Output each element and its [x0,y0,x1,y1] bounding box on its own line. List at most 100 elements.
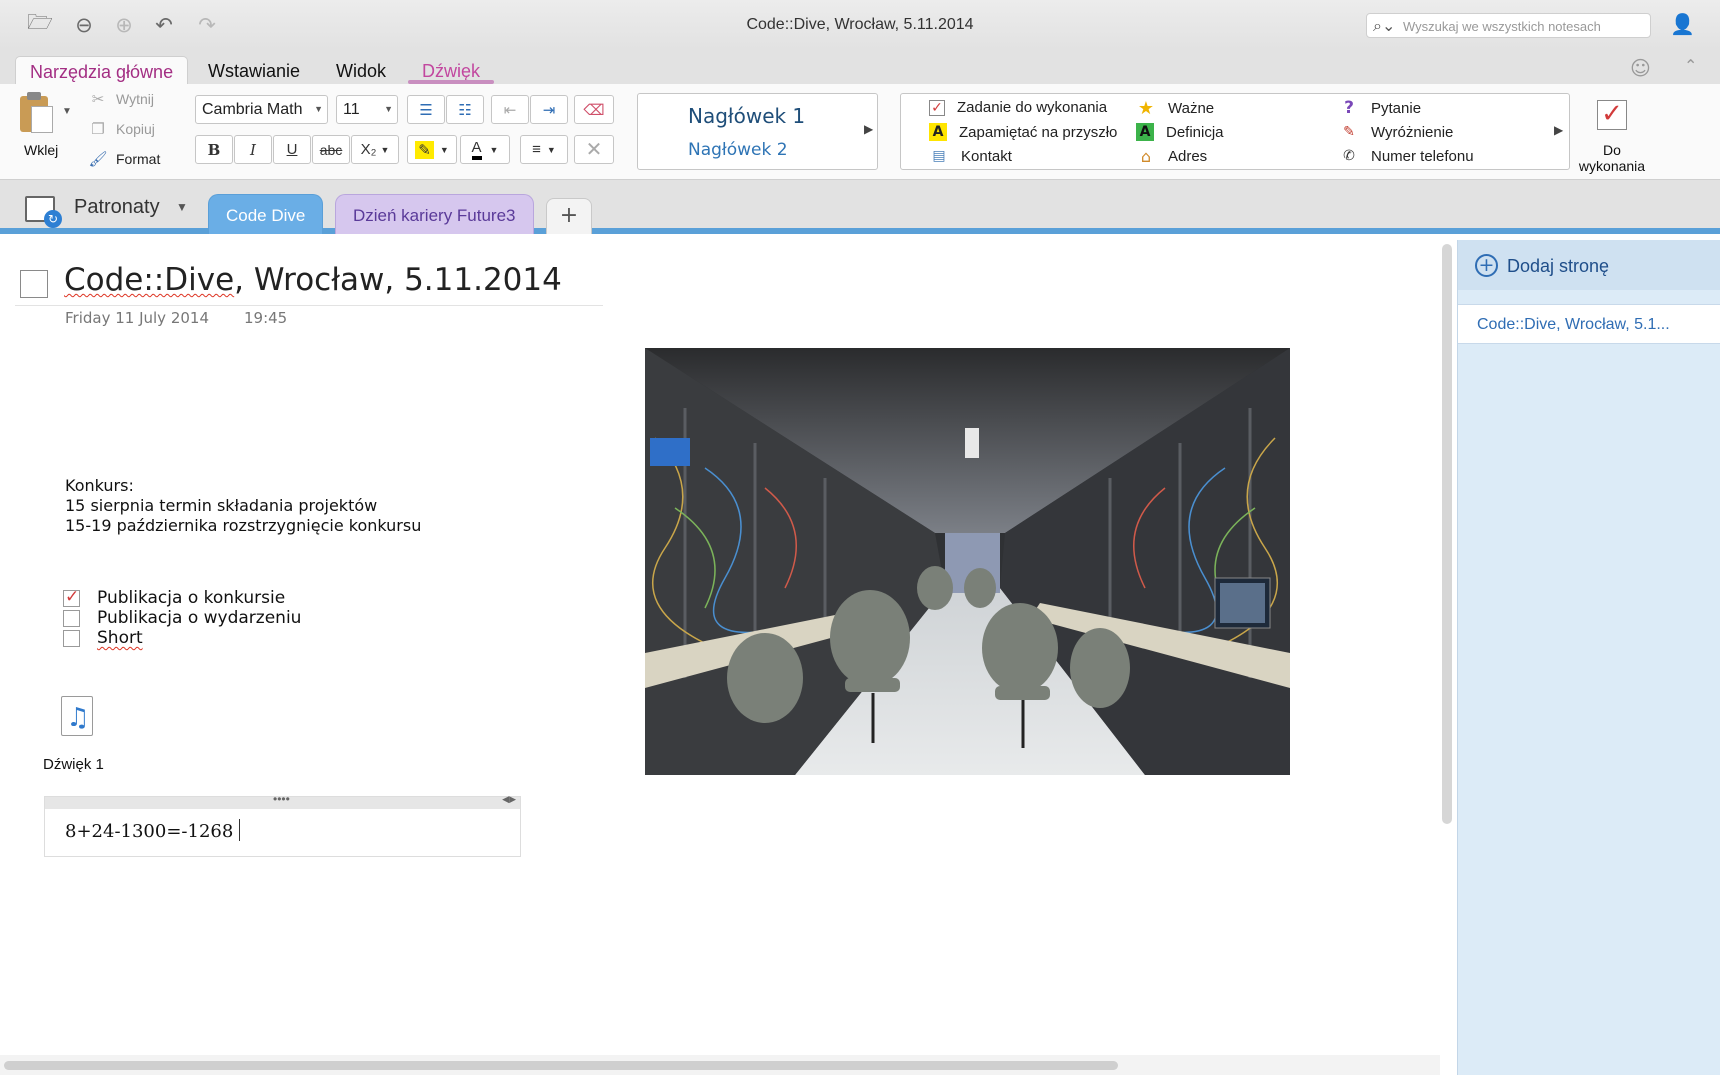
tab-audio[interactable]: Dźwięk [408,56,495,84]
scissors-icon: ✂ [91,90,105,108]
todo-tag-label-line2: wykonania [1578,158,1646,174]
equation-value: 8+24-1300=-1268 [65,821,234,842]
paste-dropdown-icon[interactable]: ▼ [62,106,72,117]
page-title[interactable]: Code::Dive, Wrocław, 5.11.2014 [64,262,562,298]
styles-gallery: Nagłówek 1 Nagłówek 2 ▶ [637,93,878,170]
add-page-button[interactable]: + Dodaj stronę [1458,240,1720,290]
brush-icon: 🖌 [88,150,108,168]
tag-address[interactable]: ⌂ Adres [1136,146,1208,166]
underline-button[interactable]: U [273,135,311,164]
tag-question[interactable]: ? Pytanie [1339,98,1422,118]
tab-home[interactable]: Narzędzia główne [15,56,189,84]
note-line[interactable]: Konkurs: [65,476,134,496]
todo-tag-button[interactable]: Do wykonania [1570,142,1654,174]
highlight-button[interactable]: ✎ ▼ [407,135,457,164]
question-icon: ? [1344,98,1354,118]
tag-highlight-label: Wyróżnienie [1371,123,1454,141]
tag-contact[interactable]: ▤ Kontakt [929,147,1012,165]
font-family-select[interactable]: Cambria Math ▼ [195,95,328,124]
font-family-value: Cambria Math [202,101,303,118]
style-heading-2[interactable]: Nagłówek 2 [688,140,788,160]
add-section-button[interactable]: + [546,198,592,234]
tag-remember[interactable]: A Zapamiętać na przyszło [929,123,1117,141]
checklist-item[interactable]: Short [97,628,143,648]
house-icon: ⌂ [1140,146,1152,166]
share-user-icon[interactable]: 👤 [1670,12,1695,36]
tag-definition[interactable]: A Definicja [1136,123,1224,141]
tag-highlight[interactable]: ✎ Wyróżnienie [1339,123,1453,141]
strikethrough-button[interactable]: abc [312,135,350,164]
todo-tag-icon[interactable]: ✓ [1597,100,1627,130]
tab-view[interactable]: Widok [322,56,400,84]
search-input[interactable]: ⌕⌄ Wyszukaj we wszystkich notesach [1366,13,1651,38]
font-size-value: 11 [343,101,360,118]
cut-button[interactable]: ✂ Wytnij [88,90,154,108]
chevron-down-icon: ▼ [314,104,323,114]
tag-definition-label: Definicja [1166,123,1224,141]
audio-label[interactable]: Dźwięk 1 [43,756,104,773]
resize-arrows-icon[interactable]: ◀▶ [502,794,516,805]
tab-insert[interactable]: Wstawianie [194,56,314,84]
indent-icon: ⇥ [542,101,556,119]
tag-important[interactable]: ★ Ważne [1136,97,1214,119]
font-color-button[interactable]: A ▼ [460,135,510,164]
horizontal-scrollbar[interactable] [4,1061,1118,1070]
decrease-indent-button[interactable]: ⇤ [491,95,529,124]
audio-file-icon[interactable]: ♫ [61,696,93,736]
outdent-icon: ⇤ [503,101,517,119]
alignment-button[interactable]: ≡ ▼ [520,135,568,164]
subscript-button[interactable]: X₂ ▼ [351,135,399,164]
font-size-select[interactable]: 11 ▼ [336,95,398,124]
equation-handle-bar[interactable]: •••• ◀▶ [45,792,520,809]
plus-circle-icon: + [1475,254,1498,277]
tag-todo[interactable]: ✓ Zadanie do wykonania [929,99,1107,116]
checklist-checkbox[interactable] [63,610,80,627]
feedback-smiley-icon[interactable]: ☺ [1630,56,1651,80]
note-line[interactable]: 15-19 października rozstrzygnięcie konku… [65,516,421,536]
style-heading-1[interactable]: Nagłówek 1 [688,104,805,128]
numbering-button[interactable]: ☷ [446,95,484,124]
page-title-checkbox[interactable] [20,270,48,298]
equation-container[interactable]: •••• ◀▶ 8+24-1300=-1268 [44,792,521,857]
italic-button[interactable]: I [234,135,272,164]
chevron-down-icon[interactable]: ▼ [176,200,188,214]
star-icon: ★ [1137,97,1155,119]
note-line[interactable]: 15 sierpnia termin składania projektów [65,496,377,516]
page-list-item[interactable]: Code::Dive, Wrocław, 5.1... [1458,304,1720,344]
sync-icon: ↻ [44,210,62,228]
checklist-checkbox[interactable] [63,630,80,647]
lab-photo[interactable] [645,348,1290,775]
checklist-item[interactable]: Publikacja o konkursie [97,588,285,608]
notebook-name[interactable]: Patronaty [74,196,160,219]
bullets-button[interactable]: ☰ [407,95,445,124]
tags-more-arrow-icon[interactable]: ▶ [1554,123,1563,137]
tags-gallery: ✓ Zadanie do wykonania A Zapamiętać na p… [900,93,1570,170]
chevron-down-icon: ▼ [380,144,390,155]
section-tab-code-dive[interactable]: Code Dive [208,194,324,234]
tag-address-label: Adres [1168,147,1208,165]
section-tab-future3[interactable]: Dzień kariery Future3 [335,194,534,234]
checkbox-icon: ✓ [929,99,945,116]
bold-button[interactable]: B [195,135,233,164]
delete-button[interactable]: ✕ [574,135,614,164]
music-note-icon: ♫ [66,703,90,733]
clear-formatting-button[interactable]: ⌫ [574,95,614,124]
format-painter-button[interactable]: 🖌 Format [88,150,160,168]
checklist-checkbox[interactable] [63,587,80,607]
checklist-item[interactable]: Publikacja o wydarzeniu [97,608,301,628]
tag-todo-label: Zadanie do wykonania [957,99,1108,116]
tag-phone[interactable]: ✆ Numer telefonu [1339,147,1473,165]
equation-text[interactable]: 8+24-1300=-1268 [65,819,241,842]
paste-button[interactable]: Wklej [24,142,58,158]
search-placeholder: Wyszukaj we wszystkich notesach [1403,19,1601,34]
drag-handle-icon[interactable]: •••• [273,792,290,806]
increase-indent-button[interactable]: ⇥ [530,95,568,124]
collapse-ribbon-icon[interactable]: ⌃ [1684,56,1697,75]
styles-more-arrow-icon[interactable]: ▶ [864,122,873,136]
page-title-rest: , Wrocław, 5.11.2014 [234,262,562,298]
page-time: 19:45 [244,309,288,327]
vertical-scrollbar[interactable] [1442,244,1452,824]
clipboard-icon[interactable] [20,92,56,134]
tag-question-label: Pytanie [1371,99,1422,117]
copy-button[interactable]: ❐ Kopiuj [88,120,155,138]
